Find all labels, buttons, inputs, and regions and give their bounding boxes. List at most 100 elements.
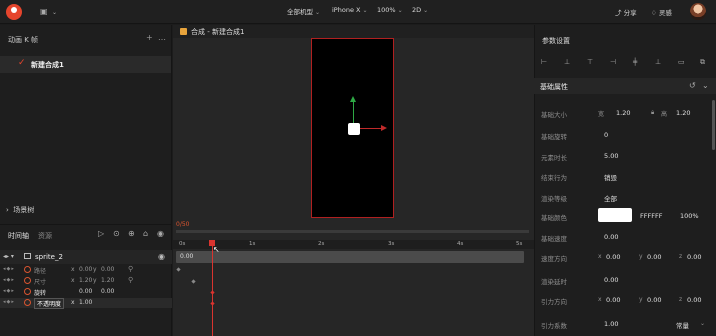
color-hex-input[interactable]: FFFFFF bbox=[640, 212, 662, 220]
play-icon[interactable]: ▷ bbox=[98, 229, 104, 238]
duration-input[interactable]: 5.00 bbox=[604, 152, 618, 160]
clock-icon[interactable] bbox=[24, 266, 31, 273]
keyframe-nav-icon[interactable]: ◂◆▸ bbox=[3, 277, 15, 283]
clock-icon[interactable] bbox=[24, 288, 31, 295]
app-logo[interactable] bbox=[6, 4, 22, 20]
link-icon[interactable]: ⚲ bbox=[128, 276, 133, 284]
lock-icon[interactable]: ⌂ bbox=[143, 229, 148, 238]
playhead[interactable] bbox=[212, 241, 213, 336]
avatar[interactable] bbox=[690, 3, 706, 20]
gizmo-x-axis[interactable] bbox=[360, 128, 382, 129]
mode-label: 2D bbox=[412, 6, 422, 14]
eye-icon[interactable]: ◉ bbox=[158, 252, 165, 261]
current-time: 0/50 bbox=[176, 221, 190, 228]
keyframe-nav-icon[interactable]: ◂◆▸ bbox=[3, 288, 15, 294]
chevron-down-icon[interactable]: ⌄ bbox=[702, 81, 709, 90]
prop-x-label: x bbox=[71, 299, 75, 306]
add-icon[interactable]: + bbox=[146, 33, 153, 42]
visibility-icon[interactable]: ◉ bbox=[157, 229, 164, 238]
speed-dir-x[interactable]: 0.00 bbox=[606, 253, 620, 261]
bulb-icon: ♢ bbox=[651, 9, 657, 17]
rotation-input[interactable]: 0 bbox=[604, 131, 608, 139]
composition-item[interactable]: ✓ 新建合成1 bbox=[0, 56, 171, 73]
scrollbar[interactable] bbox=[712, 100, 715, 150]
zoom-select[interactable]: 100% ⌄ bbox=[377, 6, 403, 14]
align-top-icon[interactable]: ⊣ bbox=[610, 58, 616, 66]
render-delay-input[interactable]: 0.00 bbox=[604, 276, 618, 284]
scene-tree-toggle[interactable]: › 场景树 bbox=[6, 205, 34, 215]
prop-y-value[interactable]: 0.00 bbox=[101, 266, 114, 273]
speed-input[interactable]: 0.00 bbox=[604, 233, 618, 241]
color-swatch[interactable] bbox=[598, 208, 632, 222]
mode-select[interactable]: 2D ⌄ bbox=[412, 6, 428, 14]
clock-icon[interactable] bbox=[24, 277, 31, 284]
gravity-dir-y[interactable]: 0.00 bbox=[647, 296, 661, 304]
link-icon[interactable]: ⚲ bbox=[128, 265, 133, 273]
artboard[interactable] bbox=[311, 38, 394, 218]
sprite-element[interactable] bbox=[348, 123, 360, 135]
gravity-dir-z[interactable]: 0.00 bbox=[687, 296, 701, 304]
inspiration-button[interactable]: ♢ 灵感 bbox=[651, 7, 672, 17]
composition-tab[interactable]: 合成 - 新建合成1 bbox=[173, 25, 534, 38]
prop-row-position[interactable]: ◂◆▸ 路径 x 0.00 y 0.00 ⚲ bbox=[0, 265, 172, 275]
keyframe-nav-icon[interactable]: ◂◆▸ bbox=[3, 266, 15, 272]
prop-x-value[interactable]: 1.00 bbox=[79, 299, 92, 306]
prop-x-value[interactable]: 0.00 bbox=[79, 288, 92, 295]
speed-dir-y[interactable]: 0.00 bbox=[647, 253, 661, 261]
align-toolbar: ⊢ ⊥ ⊤ ⊣ ╪ ⊥ ▭ ⧉ bbox=[534, 58, 716, 70]
gizmo-y-axis[interactable] bbox=[353, 102, 354, 124]
prop-row-opacity[interactable]: ◂◆▸ 不透明度 x 1.00 bbox=[0, 298, 172, 309]
keyframe-nav-icon[interactable]: ◂◆▸ bbox=[3, 299, 15, 305]
color-alpha-input[interactable]: 100% bbox=[680, 212, 699, 220]
image-icon[interactable]: ▣ bbox=[40, 7, 48, 16]
ruler-tick: 0s bbox=[179, 241, 186, 247]
chevron-down-icon[interactable]: ⌄ bbox=[700, 320, 705, 327]
prop-y-value[interactable]: 0.00 bbox=[101, 288, 114, 295]
chevron-down-icon[interactable]: ⌄ bbox=[52, 9, 57, 16]
sprite-track[interactable]: 0.00 bbox=[176, 251, 524, 263]
distribute-v-icon[interactable]: ⧉ bbox=[700, 58, 705, 67]
device-model-select[interactable]: 全部机型 ⌄ bbox=[287, 6, 320, 16]
speed-dir-z[interactable]: 0.00 bbox=[687, 253, 701, 261]
ruler-tick: 5s bbox=[516, 241, 523, 247]
prop-row-rotation[interactable]: ◂◆▸ 旋转 0.00 0.00 bbox=[0, 287, 172, 297]
sprite-layer-row[interactable]: ◂▸ ▾ sprite_2 ◉ bbox=[0, 250, 172, 264]
gizmo-x-arrow[interactable] bbox=[381, 125, 387, 131]
row-label: 基础大小 bbox=[541, 111, 567, 119]
gravity-coef-input[interactable]: 1.00 bbox=[604, 320, 618, 328]
render-level-select[interactable]: 全部 bbox=[604, 193, 617, 203]
tab-resource[interactable]: 资源 bbox=[38, 231, 52, 241]
chevron-down-icon: ⌄ bbox=[397, 7, 403, 14]
distribute-icon[interactable]: ▭ bbox=[678, 58, 685, 66]
width-input[interactable]: 1.20 bbox=[616, 109, 630, 117]
align-vcenter-icon[interactable]: ╪ bbox=[633, 58, 637, 66]
clock-icon[interactable] bbox=[24, 299, 31, 306]
share-button[interactable]: ⤴ 分享 bbox=[615, 7, 637, 17]
section-basic-props[interactable]: 基础属性 ↺ ⌄ bbox=[534, 78, 716, 94]
device-select[interactable]: iPhone X ⌄ bbox=[332, 6, 368, 14]
expand-icon[interactable]: ◂▸ ▾ bbox=[3, 253, 14, 260]
align-right-icon[interactable]: ⊤ bbox=[587, 58, 593, 66]
tab-timeline[interactable]: 时间轴 bbox=[8, 231, 29, 241]
device-model-label: 全部机型 bbox=[287, 8, 313, 16]
record-icon[interactable]: ⊙ bbox=[113, 229, 120, 238]
more-icon[interactable]: … bbox=[158, 33, 166, 42]
reset-icon[interactable]: ↺ bbox=[689, 81, 696, 90]
gravity-dir-x[interactable]: 0.00 bbox=[606, 296, 620, 304]
align-left-icon[interactable]: ⊢ bbox=[541, 58, 547, 66]
prop-row-size[interactable]: ◂◆▸ 尺寸 x 1.20 y 1.20 ⚲ bbox=[0, 276, 172, 286]
align-bottom-icon[interactable]: ⊥ bbox=[655, 58, 661, 66]
lock-icon[interactable]: 🔒︎ bbox=[651, 109, 654, 117]
add-keyframe-icon[interactable]: ⊕ bbox=[128, 229, 135, 238]
end-behavior-select[interactable]: 销毁 bbox=[604, 172, 617, 182]
zoom-label: 100% bbox=[377, 6, 396, 14]
playback-progress[interactable] bbox=[176, 230, 529, 233]
align-hcenter-icon[interactable]: ⊥ bbox=[564, 58, 570, 66]
prop-name: 不透明度 bbox=[34, 298, 65, 309]
prop-x-value[interactable]: 1.20 bbox=[79, 277, 92, 284]
prop-y-value[interactable]: 1.20 bbox=[101, 277, 114, 284]
gravity-mode-select[interactable]: 常量 bbox=[676, 320, 689, 330]
time-ruler[interactable]: 0s 1s 2s 3s 4s 5s bbox=[173, 240, 534, 249]
prop-x-value[interactable]: 0.00 bbox=[79, 266, 92, 273]
height-input[interactable]: 1.20 bbox=[676, 109, 690, 117]
